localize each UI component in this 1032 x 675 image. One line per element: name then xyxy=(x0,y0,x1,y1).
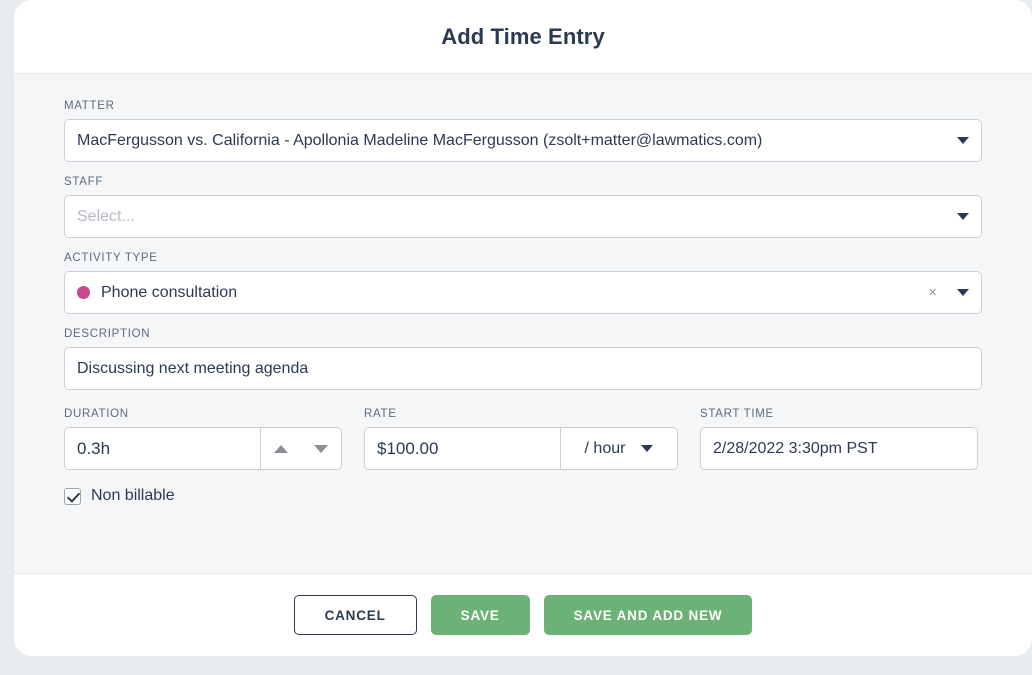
chevron-down-icon[interactable] xyxy=(641,445,654,452)
description-input[interactable]: Discussing next meeting agenda xyxy=(64,347,982,390)
activity-type-field-group: ACTIVITY TYPE Phone consultation × xyxy=(64,252,982,314)
matter-select[interactable]: MacFergusson vs. California - Apollonia … xyxy=(64,119,982,162)
modal-footer: CANCEL SAVE SAVE AND ADD NEW xyxy=(14,573,1032,656)
page-title: Add Time Entry xyxy=(441,23,605,49)
start-time-input[interactable]: 2/28/2022 3:30pm PST xyxy=(700,427,978,470)
save-and-add-new-button[interactable]: SAVE AND ADD NEW xyxy=(543,595,753,635)
description-label: DESCRIPTION xyxy=(64,328,151,340)
duration-stepper: 0.3h xyxy=(64,427,342,470)
modal-body: MATTER MacFergusson vs. California - Apo… xyxy=(14,74,1032,573)
duration-label: DURATION xyxy=(64,408,129,420)
rate-label: RATE xyxy=(364,408,397,420)
close-icon[interactable]: × xyxy=(928,285,937,300)
staff-label: STAFF xyxy=(64,176,104,188)
save-button[interactable]: SAVE xyxy=(430,595,530,635)
cancel-button[interactable]: CANCEL xyxy=(293,595,417,635)
activity-color-dot-icon xyxy=(77,286,90,299)
staff-placeholder: Select... xyxy=(77,207,135,225)
duration-input[interactable]: 0.3h xyxy=(64,427,260,470)
description-field-group: DESCRIPTION Discussing next meeting agen… xyxy=(64,328,982,390)
chevron-down-icon[interactable] xyxy=(957,289,969,296)
rate-unit-select[interactable]: / hour xyxy=(560,427,678,470)
matter-field-group: MATTER MacFergusson vs. California - Apo… xyxy=(64,100,982,162)
activity-type-value: Phone consultation xyxy=(101,283,238,301)
modal-header: Add Time Entry xyxy=(14,0,1032,74)
chevron-down-icon[interactable] xyxy=(957,137,969,144)
rate-field-group: RATE $100.00 / hour xyxy=(364,408,678,470)
matter-value: MacFergusson vs. California - Apollonia … xyxy=(77,131,763,149)
non-billable-row: Non billable xyxy=(64,487,982,505)
duration-value: 0.3h xyxy=(77,438,111,458)
start-time-label: START TIME xyxy=(700,408,774,420)
add-time-entry-modal: Add Time Entry MATTER MacFergusson vs. C… xyxy=(14,0,1032,656)
duration-rate-start-row: DURATION 0.3h RATE $100.00 / hour START … xyxy=(64,408,982,470)
staff-field-group: STAFF Select... xyxy=(64,176,982,238)
arrow-down-icon[interactable] xyxy=(314,444,328,453)
rate-value: $100.00 xyxy=(377,438,439,458)
matter-label: MATTER xyxy=(64,100,115,112)
activity-type-select[interactable]: Phone consultation × xyxy=(64,271,982,314)
non-billable-label: Non billable xyxy=(91,487,175,504)
arrow-up-icon[interactable] xyxy=(274,444,288,453)
duration-field-group: DURATION 0.3h xyxy=(64,408,342,470)
rate-unit-value: / hour xyxy=(584,439,626,457)
rate-input[interactable]: $100.00 xyxy=(364,427,560,470)
activity-type-label: ACTIVITY TYPE xyxy=(64,252,158,264)
start-time-field-group: START TIME 2/28/2022 3:30pm PST xyxy=(700,408,978,470)
duration-stepper-buttons xyxy=(260,427,342,470)
description-value: Discussing next meeting agenda xyxy=(77,359,309,377)
chevron-down-icon[interactable] xyxy=(957,213,969,220)
staff-select[interactable]: Select... xyxy=(64,195,982,238)
non-billable-checkbox[interactable] xyxy=(64,487,81,505)
start-time-value: 2/28/2022 3:30pm PST xyxy=(713,439,878,457)
rate-combo: $100.00 / hour xyxy=(364,427,678,470)
